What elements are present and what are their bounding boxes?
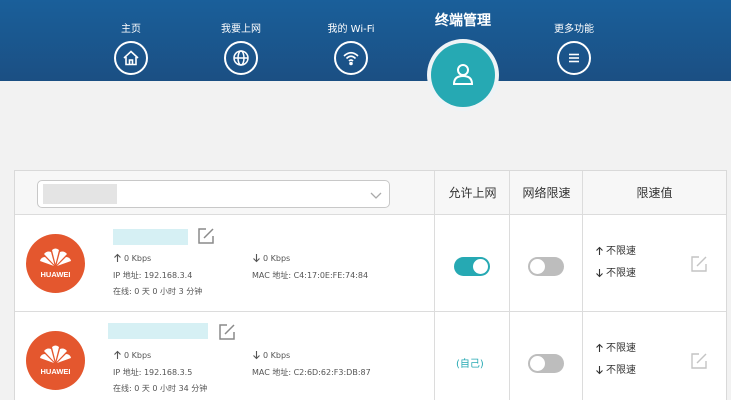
arrow-up-icon — [114, 253, 121, 262]
nav-more-label: 更多功能 — [554, 24, 594, 35]
online-duration: 在线: 0 天 0 小时 34 分钟 — [113, 384, 208, 393]
upload-rate-value: 0 Kbps — [124, 254, 152, 263]
online-duration: 在线: 0 天 0 小时 3 分钟 — [113, 287, 203, 296]
download-rate-value: 0 Kbps — [263, 351, 291, 360]
upload-limit-value: 不限速 — [606, 343, 636, 354]
toggle-knob — [530, 356, 545, 371]
nav-internet[interactable]: 我要上网 — [201, 23, 281, 75]
speed-limit-toggle[interactable] — [528, 354, 564, 373]
upload-limit: 不限速 — [595, 246, 636, 258]
toggle-knob — [530, 259, 545, 274]
nav-wifi[interactable]: 我的 Wi-Fi — [311, 23, 391, 75]
edit-name-icon[interactable] — [218, 323, 236, 341]
speed-limit-toggle[interactable] — [528, 257, 564, 276]
mac-address: MAC 地址: C2:6D:62:F3:DB:87 — [252, 368, 371, 377]
device-name-redacted — [113, 229, 188, 245]
nav-home[interactable]: 主页 — [91, 23, 171, 75]
mac-address: MAC 地址: C4:17:0E:FE:74:84 — [252, 271, 369, 280]
arrow-up-icon — [596, 343, 603, 352]
download-limit-value: 不限速 — [606, 268, 636, 279]
home-icon — [114, 41, 148, 75]
upload-rate-value: 0 Kbps — [124, 351, 152, 360]
ip-address: IP 地址: 192.168.3.5 — [113, 368, 193, 377]
upload-rate: 0 Kbps — [113, 253, 151, 264]
chevron-down-icon — [370, 192, 382, 199]
nav-device-management[interactable]: 终端管理 — [418, 11, 508, 111]
arrow-up-icon — [596, 246, 603, 255]
table-row: HUAWEI 0 Kbps 0 Kbps IP 地址: 192.168.3.5 … — [15, 312, 726, 400]
arrow-down-icon — [596, 366, 603, 375]
arrow-down-icon — [253, 254, 260, 263]
arrow-down-icon — [596, 269, 603, 278]
device-table: 允许上网 网络限速 限速值 HUAWEI 0 Kbps 0 Kbps IP 地址… — [14, 170, 727, 400]
nav-more[interactable]: 更多功能 — [534, 23, 614, 75]
wifi-icon — [334, 41, 368, 75]
upload-limit: 不限速 — [595, 343, 636, 355]
download-limit: 不限速 — [595, 365, 636, 377]
edit-limit-icon[interactable] — [690, 255, 708, 273]
download-limit: 不限速 — [595, 268, 636, 280]
top-nav-bar: 主页 我要上网 我的 Wi-Fi 更多功能 — [0, 0, 731, 81]
huawei-logo: HUAWEI — [26, 234, 85, 293]
nav-home-label: 主页 — [121, 24, 141, 35]
logo-text: HUAWEI — [41, 270, 71, 279]
device-filter-select[interactable] — [37, 180, 390, 208]
download-limit-value: 不限速 — [606, 365, 636, 376]
user-icon — [431, 43, 495, 107]
upload-limit-value: 不限速 — [606, 246, 636, 257]
allow-internet-toggle[interactable] — [454, 257, 490, 276]
huawei-logo: HUAWEI — [26, 331, 85, 390]
header-allow-internet: 允许上网 — [448, 186, 497, 200]
header-limit-value: 限速值 — [636, 186, 673, 200]
toggle-knob — [473, 259, 488, 274]
menu-icon — [557, 41, 591, 75]
header-speed-limit: 网络限速 — [522, 186, 571, 200]
table-header: 允许上网 网络限速 限速值 — [15, 171, 726, 215]
download-rate: 0 Kbps — [252, 253, 290, 264]
globe-icon — [224, 41, 258, 75]
nav-wifi-label: 我的 Wi-Fi — [327, 24, 375, 35]
active-tab-ring — [427, 39, 499, 111]
arrow-up-icon — [114, 350, 121, 359]
upload-rate: 0 Kbps — [113, 350, 151, 361]
arrow-down-icon — [253, 351, 260, 360]
device-name-redacted — [108, 323, 208, 339]
table-row: HUAWEI 0 Kbps 0 Kbps IP 地址: 192.168.3.4 … — [15, 215, 726, 312]
edit-limit-icon[interactable] — [690, 352, 708, 370]
select-value-redacted — [43, 184, 117, 204]
nav-device-management-label: 终端管理 — [435, 13, 491, 29]
download-rate-value: 0 Kbps — [263, 254, 291, 263]
ip-address: IP 地址: 192.168.3.4 — [113, 271, 193, 280]
download-rate: 0 Kbps — [252, 350, 290, 361]
logo-text: HUAWEI — [41, 367, 71, 376]
nav-internet-label: 我要上网 — [221, 24, 261, 35]
self-device-label: (自己) — [456, 359, 484, 370]
edit-name-icon[interactable] — [197, 227, 215, 245]
